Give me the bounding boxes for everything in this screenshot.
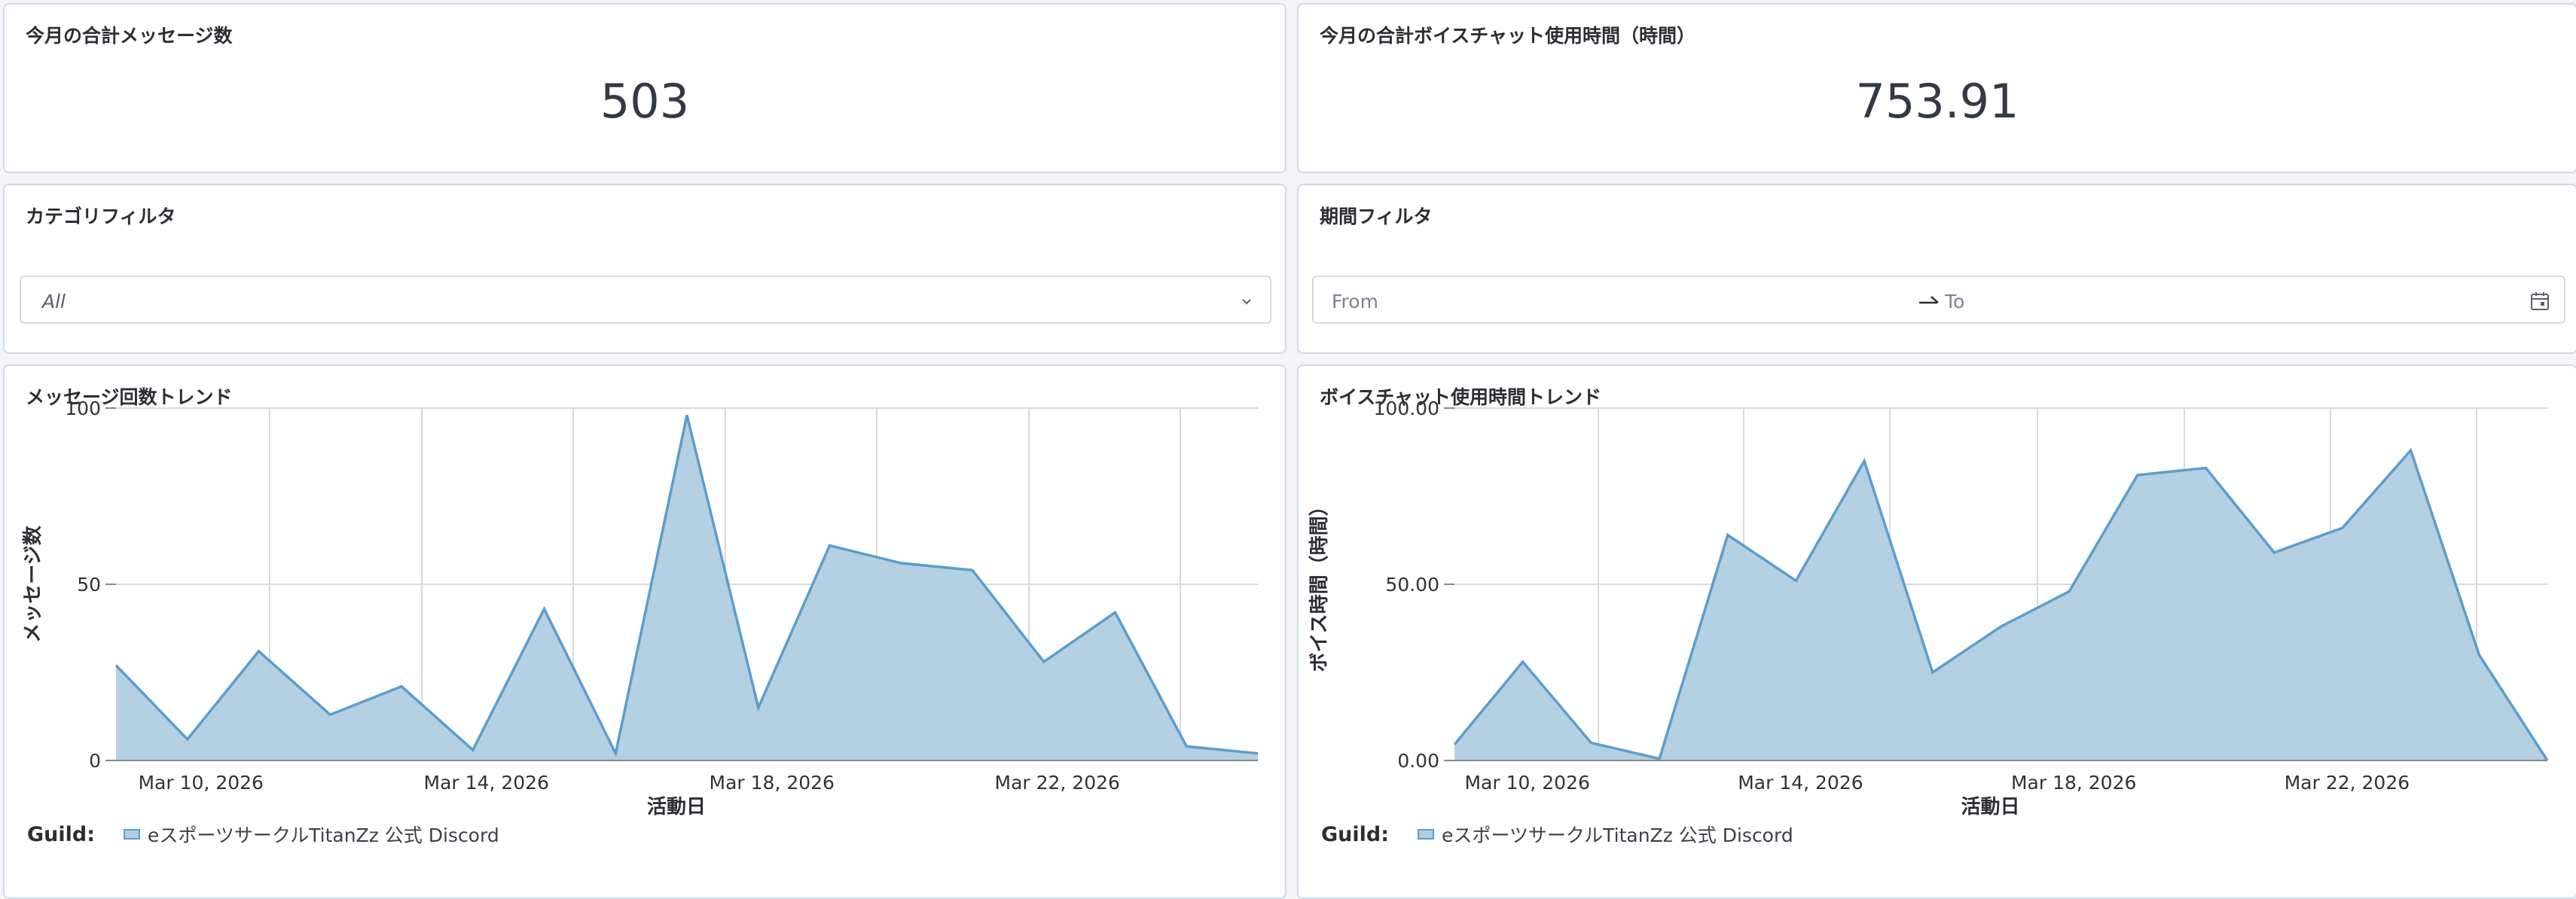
y-axis-label: メッセージ数 — [22, 525, 44, 642]
y-tick-label: 0.00 — [1397, 750, 1439, 772]
voice-trend-legend: Guild: eスポーツサークルTitanZz 公式 Discord — [1321, 821, 1793, 848]
chevron-down-icon — [1238, 294, 1255, 310]
x-axis-label: 活動日 — [1961, 796, 2019, 818]
category-filter-card: カテゴリフィルタ All — [3, 184, 1286, 354]
kpi-voice-card: 今月の合計ボイスチャット使用時間（時間） 753.91 — [1297, 3, 2576, 173]
legend-label: Guild: — [27, 823, 95, 846]
kpi-messages-value: 503 — [5, 74, 1285, 129]
category-select-value: All — [42, 291, 66, 312]
x-tick-label: Mar 22, 2026 — [995, 772, 1120, 794]
date-to-input[interactable]: To — [1945, 291, 1964, 312]
kpi-voice-title: 今月の合計ボイスチャット使用時間（時間） — [1320, 21, 1695, 48]
date-range-picker[interactable]: From To — [1312, 276, 2565, 324]
voice-trend-chart: 0.00 50.00 100.00 Mar 10, 2026 Mar 14, 2026 M… — [1299, 396, 2576, 833]
message-trend-card: メッセージ回数トレンド 050100Mar 10, 2026Mar 14, 20… — [3, 364, 1286, 899]
voice-trend-card: ボイスチャット使用時間トレンド 0.0050.00100.00Mar 10, 2… — [1297, 364, 2576, 899]
x-axis-label: 活動日 — [647, 796, 706, 818]
message-trend-chart: 0 50 100 Mar 10, 2026 Mar 14, 2026 Mar 18, 20… — [5, 396, 1285, 833]
x-tick-label: Mar 10, 2026 — [1464, 772, 1589, 794]
y-tick-label: 0 — [89, 750, 101, 772]
y-tick-label: 50.00 — [1385, 574, 1439, 596]
legend-swatch — [1418, 829, 1434, 840]
date-from-input[interactable]: From — [1332, 291, 1378, 312]
x-tick-label: Mar 10, 2026 — [139, 772, 264, 794]
y-axis-label: ボイス時間（時間） — [1308, 496, 1331, 672]
legend-label: Guild: — [1321, 823, 1389, 846]
x-tick-label: Mar 14, 2026 — [1738, 772, 1863, 794]
message-trend-legend: Guild: eスポーツサークルTitanZz 公式 Discord — [27, 821, 499, 848]
x-tick-label: Mar 18, 2026 — [710, 772, 835, 794]
series-area — [116, 415, 1258, 760]
y-tick-label: 50 — [77, 574, 101, 596]
kpi-voice-value: 753.91 — [1299, 74, 2576, 129]
category-filter-title: カテゴリフィルタ — [26, 202, 176, 229]
kpi-messages-title: 今月の合計メッセージ数 — [26, 21, 233, 48]
series-area — [1454, 450, 2547, 760]
y-tick-label: 100.00 — [1374, 398, 1439, 419]
x-tick-label: Mar 22, 2026 — [2285, 772, 2410, 794]
legend-series-name[interactable]: eスポーツサークルTitanZz 公式 Discord — [148, 821, 499, 848]
calendar-icon[interactable] — [2529, 291, 2550, 312]
y-tick-label: 100 — [65, 398, 101, 419]
arrow-right-icon — [1918, 292, 1940, 310]
legend-series-name[interactable]: eスポーツサークルTitanZz 公式 Discord — [1442, 821, 1793, 848]
period-filter-title: 期間フィルタ — [1320, 202, 1433, 229]
legend-swatch — [124, 829, 140, 840]
x-tick-label: Mar 18, 2026 — [2011, 772, 2136, 794]
x-tick-label: Mar 14, 2026 — [424, 772, 549, 794]
category-select[interactable]: All — [20, 276, 1271, 324]
kpi-messages-card: 今月の合計メッセージ数 503 — [3, 3, 1286, 173]
period-filter-card: 期間フィルタ From To — [1297, 184, 2576, 354]
